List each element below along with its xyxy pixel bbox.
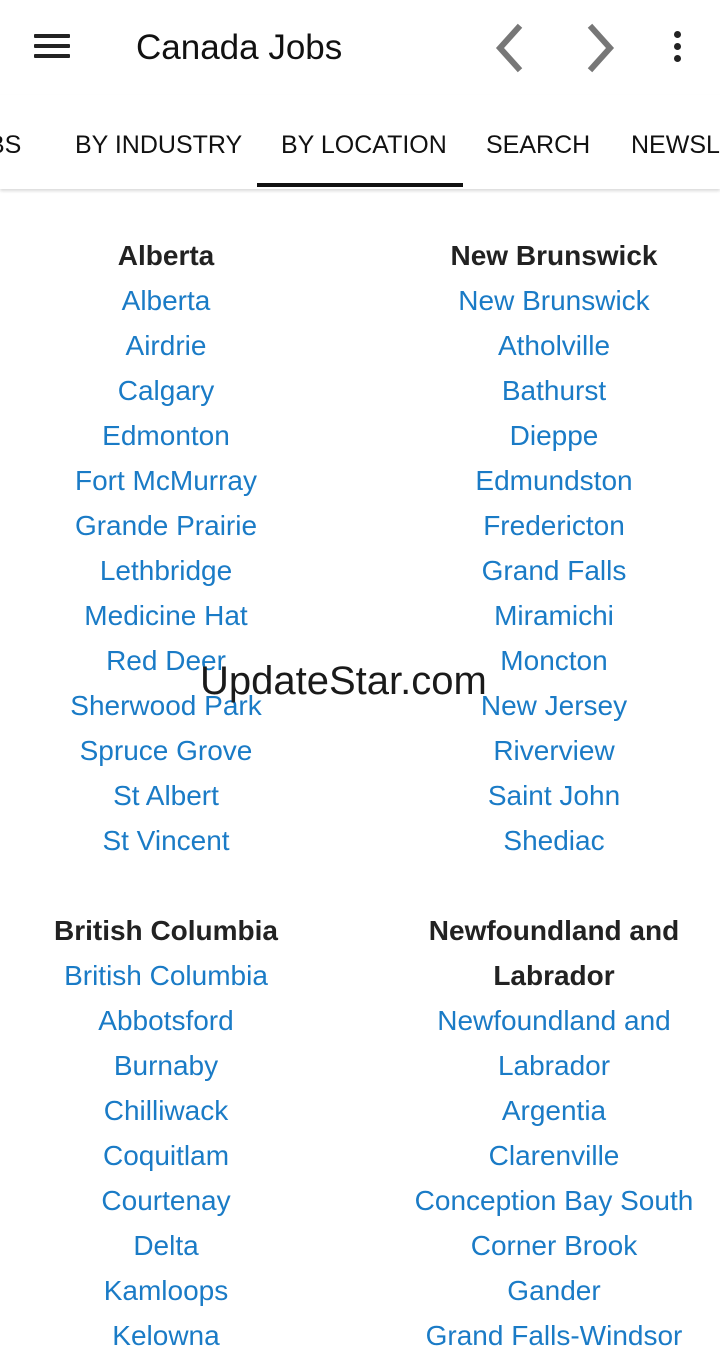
section-alberta: Alberta Alberta Airdrie Calgary Edmonton… [0,233,346,863]
location-link[interactable]: Atholville [374,323,720,368]
location-link[interactable]: British Columbia [0,953,346,998]
section-british-columbia: British Columbia British Columbia Abbots… [0,908,346,1355]
location-link[interactable]: Bathurst [374,368,720,413]
location-link[interactable]: New Jersey [374,683,720,728]
section-title: Alberta [117,240,215,271]
section-newfoundland-labrador: Newfoundland and Labrador Newfoundland a… [374,908,720,1355]
chevron-right-icon[interactable] [576,22,624,74]
location-link[interactable]: Abbotsford [0,998,346,1043]
tab-by-location[interactable]: BY LOCATION [281,95,447,189]
location-link[interactable]: Calgary [0,368,346,413]
more-vert-icon[interactable] [658,26,698,68]
location-link[interactable]: Kelowna [0,1313,346,1355]
section-title-line2: Labrador [493,960,615,991]
location-link[interactable]: Red Deer [0,638,346,683]
location-link[interactable]: Shediac [374,818,720,863]
location-list[interactable]: Alberta Alberta Airdrie Calgary Edmonton… [0,190,720,1355]
location-link[interactable]: Coquitlam [0,1133,346,1178]
location-link[interactable]: Newfoundland and Labrador [374,998,720,1088]
location-link[interactable]: Airdrie [0,323,346,368]
location-link-line2: Labrador [497,1050,611,1081]
location-link[interactable]: Riverview [374,728,720,773]
location-link[interactable]: Argentia [374,1088,720,1133]
location-link[interactable]: Grand Falls-Windsor [374,1313,720,1355]
location-link[interactable]: Dieppe [374,413,720,458]
location-link[interactable]: Miramichi [374,593,720,638]
location-link[interactable]: Edmonton [0,413,346,458]
location-link[interactable]: Medicine Hat [0,593,346,638]
section-title: New Brunswick [450,240,658,271]
location-link[interactable]: St Albert [0,773,346,818]
location-link[interactable]: Corner Brook [374,1223,720,1268]
location-link[interactable]: Saint John [374,773,720,818]
location-link[interactable]: Conception Bay South [374,1178,720,1223]
location-link[interactable]: Fredericton [374,503,720,548]
section-title: British Columbia [53,915,278,946]
tab-by-industry[interactable]: BY INDUSTRY [75,95,242,189]
location-link[interactable]: Courtenay [0,1178,346,1223]
location-link[interactable]: Alberta [0,278,346,323]
app-title: Canada Jobs [136,28,343,67]
location-link[interactable]: Grand Falls [374,548,720,593]
tab-search[interactable]: SEARCH [486,95,590,189]
location-link[interactable]: Lethbridge [0,548,346,593]
location-link[interactable]: Delta [0,1223,346,1268]
app-screen: Canada Jobs BS BY INDUSTRY BY LOCATION S… [0,0,720,1355]
location-link[interactable]: Grande Prairie [0,503,346,548]
tab-bar: BS BY INDUSTRY BY LOCATION SEARCH NEWSLI [0,95,720,189]
location-link[interactable]: Clarenville [374,1133,720,1178]
location-link[interactable]: Kamloops [0,1268,346,1313]
hamburger-menu-icon[interactable] [28,26,76,68]
location-link-line1: Newfoundland and [437,1005,671,1036]
location-link[interactable]: Edmundston [374,458,720,503]
app-bar: Canada Jobs [0,0,720,95]
active-tab-indicator [257,183,463,187]
tab-newsletter[interactable]: NEWSLI [631,95,720,189]
section-title-line1: Newfoundland and [428,915,680,946]
section-new-brunswick: New Brunswick New Brunswick Atholville B… [374,233,720,863]
location-link[interactable]: Sherwood Park [0,683,346,728]
location-link[interactable]: Fort McMurray [0,458,346,503]
location-link[interactable]: Chilliwack [0,1088,346,1133]
location-link[interactable]: Spruce Grove [0,728,346,773]
location-link[interactable]: St Vincent [0,818,346,863]
tab-jobs[interactable]: BS [0,95,21,189]
chevron-left-icon[interactable] [486,22,534,74]
location-link[interactable]: Moncton [374,638,720,683]
location-link[interactable]: Gander [374,1268,720,1313]
location-link[interactable]: Burnaby [0,1043,346,1088]
location-link[interactable]: New Brunswick [374,278,720,323]
